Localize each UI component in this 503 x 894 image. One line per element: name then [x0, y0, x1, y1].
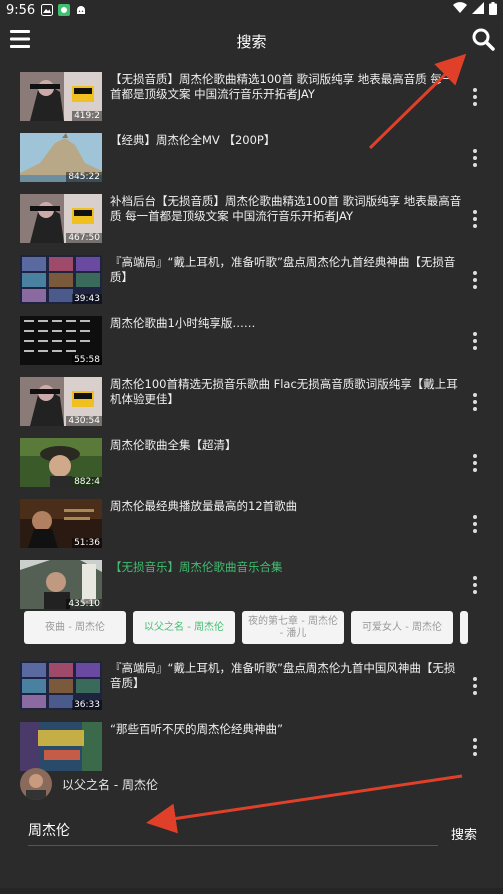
video-duration: 36:33	[72, 700, 102, 710]
result-item[interactable]: 882:4 周杰伦歌曲全集【超清】	[0, 432, 503, 493]
result-item[interactable]: 430:54 周杰伦100首精选无损音乐歌曲 Flac无损高音质歌词版纯享【戴上…	[0, 371, 503, 432]
result-item[interactable]: 36:33 『高端局』“戴上耳机，准备听歌”盘点周杰伦九首中国风神曲【无损音质】	[0, 655, 503, 716]
more-options-icon[interactable]	[473, 210, 477, 228]
search-input[interactable]	[28, 816, 438, 844]
more-options-icon[interactable]	[473, 88, 477, 106]
video-thumbnail: 845:22	[20, 133, 102, 182]
result-title: 周杰伦歌曲全集【超清】	[110, 438, 237, 452]
video-duration: 419:2	[72, 111, 102, 121]
video-duration: 845:22	[66, 172, 102, 182]
result-item[interactable]: 51:36 周杰伦最经典播放量最高的12首歌曲	[0, 493, 503, 554]
video-thumbnail: 419:2	[20, 72, 102, 121]
search-icon[interactable]	[471, 27, 495, 51]
video-thumbnail: 51:36	[20, 499, 102, 548]
green-app-notification-icon	[58, 4, 71, 16]
result-item[interactable]: 845:22 【经典】周杰伦全MV 【200P】	[0, 127, 503, 188]
result-title: 『高端局』“戴上耳机，准备听歌”盘点周杰伦九首中国风神曲【无损音质】	[110, 661, 456, 690]
video-duration: 55:58	[72, 355, 102, 365]
more-options-icon[interactable]	[473, 677, 477, 695]
top-app-bar: 搜索	[0, 20, 503, 60]
more-options-icon[interactable]	[473, 738, 477, 756]
result-title: 『高端局』“戴上耳机，准备听歌”盘点周杰伦九首经典神曲【无损音质】	[110, 255, 456, 284]
chip-yequ[interactable]: 夜曲 - 周杰伦	[24, 611, 126, 644]
search-submit-button[interactable]: 搜索	[451, 824, 477, 843]
bottom-edge	[0, 888, 503, 894]
video-duration: 882:4	[72, 477, 102, 487]
battery-icon	[489, 1, 497, 19]
wifi-icon	[453, 2, 467, 18]
chip-keainvren[interactable]: 可爱女人 - 周杰伦	[351, 611, 453, 644]
signal-icon	[472, 2, 484, 18]
video-duration: 467:50	[66, 233, 102, 243]
video-duration: 51:36	[72, 538, 102, 548]
result-title: 补档后台【无损音质】周杰伦歌曲精选100首 歌词版纯享 地表最高音质 每一首都是…	[110, 194, 462, 223]
result-item[interactable]: 467:50 补档后台【无损音质】周杰伦歌曲精选100首 歌词版纯享 地表最高音…	[0, 188, 503, 249]
video-duration: 39:43	[72, 294, 102, 304]
history-avatar	[20, 768, 52, 800]
video-thumbnail: 430:54	[20, 377, 102, 426]
result-title: 【无损音质】周杰伦歌曲精选100首 歌词版纯享 地表最高音质 每一首都是顶级文案…	[110, 72, 454, 101]
search-results-list-continued: 36:33 『高端局』“戴上耳机，准备听歌”盘点周杰伦九首中国风神曲【无损音质】…	[0, 655, 503, 777]
video-thumbnail: 467:50	[20, 194, 102, 243]
more-options-icon[interactable]	[473, 271, 477, 289]
result-item[interactable]: 39:43 『高端局』“戴上耳机，准备听歌”盘点周杰伦九首经典神曲【无损音质】	[0, 249, 503, 310]
result-title: 周杰伦最经典播放量最高的12首歌曲	[110, 499, 298, 513]
chip-yedediqizhang[interactable]: 夜的第七章 - 周杰伦 - 潘儿	[242, 611, 344, 644]
more-options-icon[interactable]	[473, 393, 477, 411]
suggestion-chips: 夜曲 - 周杰伦 以父之名 - 周杰伦 夜的第七章 - 周杰伦 - 潘儿 可爱女…	[24, 611, 503, 644]
more-options-icon[interactable]	[473, 576, 477, 594]
video-thumbnail: 882:4	[20, 438, 102, 487]
result-title: 【经典】周杰伦全MV 【200P】	[110, 133, 276, 147]
status-bar: 9:56	[0, 0, 503, 20]
more-options-icon[interactable]	[473, 149, 477, 167]
image-notification-icon	[41, 4, 54, 16]
history-label: 以父之名 - 周杰伦	[62, 777, 158, 792]
more-options-icon[interactable]	[473, 454, 477, 472]
result-item[interactable]: 419:2 【无损音质】周杰伦歌曲精选100首 歌词版纯享 地表最高音质 每一首…	[0, 66, 503, 127]
page-title: 搜索	[236, 33, 267, 51]
video-thumbnail: 39:43	[20, 255, 102, 304]
search-field[interactable]	[28, 816, 438, 846]
video-thumbnail: 435:10	[20, 560, 102, 609]
result-title: 周杰伦歌曲1小时纯享版……	[110, 316, 256, 330]
search-history-item[interactable]: 以父之名 - 周杰伦	[20, 767, 158, 801]
chip-yifuzhiming[interactable]: 以父之名 - 周杰伦	[133, 611, 235, 644]
video-thumbnail	[20, 722, 102, 771]
video-thumbnail: 36:33	[20, 661, 102, 710]
result-title: 周杰伦100首精选无损音乐歌曲 Flac无损高音质歌词版纯享【戴上耳机体验更佳】	[110, 377, 458, 406]
more-options-icon[interactable]	[473, 515, 477, 533]
chip-partial[interactable]	[460, 611, 468, 644]
video-duration: 430:54	[66, 416, 102, 426]
result-title: “那些百听不厌的周杰伦经典神曲”	[110, 722, 283, 736]
status-time: 9:56	[6, 2, 36, 18]
video-thumbnail: 55:58	[20, 316, 102, 365]
result-title-highlighted: 【无损音乐】周杰伦歌曲音乐合集	[110, 560, 283, 574]
android-icon	[75, 4, 87, 16]
result-item[interactable]: 55:58 周杰伦歌曲1小时纯享版……	[0, 310, 503, 371]
more-options-icon[interactable]	[473, 332, 477, 350]
search-results-list: 419:2 【无损音质】周杰伦歌曲精选100首 歌词版纯享 地表最高音质 每一首…	[0, 66, 503, 615]
hamburger-menu-icon[interactable]	[10, 30, 30, 48]
video-duration: 435:10	[66, 599, 102, 609]
result-item[interactable]: 435:10 【无损音乐】周杰伦歌曲音乐合集	[0, 554, 503, 615]
